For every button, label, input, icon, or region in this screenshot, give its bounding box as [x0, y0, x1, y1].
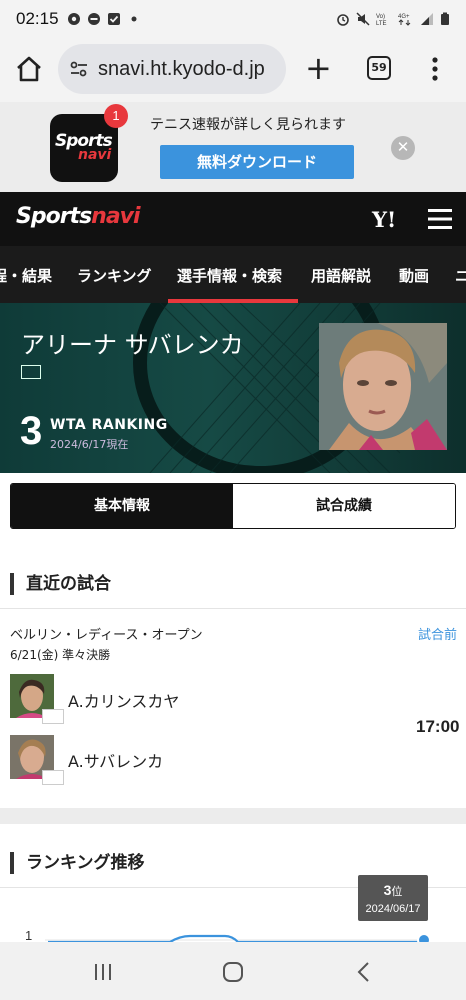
section-divider — [0, 608, 466, 609]
back-icon[interactable] — [352, 960, 376, 984]
profile-tabs: 基本情報 試合成績 — [10, 483, 456, 529]
hamburger-menu-icon[interactable] — [428, 209, 452, 229]
country-flag — [21, 365, 41, 379]
recent-matches-heading: 直近の試合 — [10, 573, 111, 595]
tab-player-search[interactable]: 選手情報・検索 — [177, 265, 282, 286]
tab-ranking[interactable]: ランキング — [77, 265, 152, 286]
tooltip-rank-unit: 位 — [391, 886, 403, 898]
block-icon — [87, 13, 100, 25]
battery-icon — [441, 12, 449, 25]
match-round: 6/21(金) 準々決勝 — [10, 648, 111, 662]
4g-icon: 4G+ — [398, 14, 411, 26]
svg-text:LTE: LTE — [376, 21, 387, 26]
site-header: Sportsnavi Y! — [0, 192, 466, 246]
browser-toolbar: snavi.ht.kyodo-d.jp + 59 — [0, 38, 466, 102]
home-icon[interactable] — [14, 54, 44, 84]
tab-switcher-button[interactable]: 59 — [367, 56, 391, 80]
logo-sports: Sports — [16, 204, 92, 229]
player1-flag — [42, 709, 64, 724]
mute-icon — [356, 12, 370, 26]
tab-basic-info[interactable]: 基本情報 — [11, 484, 233, 528]
tab-news[interactable]: ニ — [455, 265, 466, 286]
svg-text:Vo): Vo) — [376, 14, 385, 20]
recents-icon[interactable] — [91, 960, 115, 984]
player2-name[interactable]: A.サバレンカ — [68, 748, 163, 772]
app-icon-text-navi: navi — [78, 147, 112, 163]
site-settings-icon[interactable] — [68, 58, 90, 80]
yahoo-logo[interactable]: Y! — [372, 207, 396, 232]
tab-schedule-results[interactable]: 程・結果 — [0, 265, 52, 286]
sportsnavi-logo[interactable]: Sportsnavi — [16, 204, 141, 229]
player-hero: アリーナ サバレンカ 3 WTA RANKING 2024/6/17現在 — [0, 303, 466, 473]
clock: 02:15 — [16, 9, 59, 28]
status-icons: Vo) LTE 4G+ — [336, 12, 450, 26]
y-axis-tick: 1 — [25, 928, 33, 943]
section-nav: 程・結果 ランキング 選手情報・検索 用語解説 動画 ニ — [0, 246, 466, 303]
close-banner-button[interactable]: ✕ — [391, 136, 415, 160]
tooltip-date: 2024/06/17 — [365, 903, 421, 915]
home-nav-icon[interactable] — [221, 960, 245, 984]
new-tab-button[interactable]: + — [305, 52, 332, 84]
tournament-name[interactable]: ベルリン・レディース・オープン — [10, 624, 203, 643]
ranking-trend-heading: ランキング推移 — [10, 852, 145, 874]
player1-name[interactable]: A.カリンスカヤ — [68, 688, 179, 712]
soccer-icon — [67, 13, 80, 25]
tab-glossary[interactable]: 用語解説 — [311, 265, 371, 286]
tooltip-rank: 3位 — [358, 882, 428, 899]
player2-flag — [42, 770, 64, 785]
svg-text:4G+: 4G+ — [398, 14, 410, 20]
ranking-label: WTA RANKING — [50, 417, 168, 433]
ranking-date: 2024/6/17現在 — [50, 438, 129, 451]
status-bar: 02:15 Vo) LTE 4G+ — [0, 0, 466, 38]
player-portrait — [319, 323, 447, 450]
url-text: snavi.ht.kyodo-d.jp — [98, 57, 265, 80]
checkbox-icon — [107, 13, 120, 25]
ranking-number: 3 — [20, 409, 43, 453]
dot-icon — [131, 16, 137, 22]
address-bar[interactable]: snavi.ht.kyodo-d.jp — [58, 44, 286, 94]
match-time: 17:00 — [416, 717, 460, 736]
tab-match-results[interactable]: 試合成績 — [233, 484, 455, 528]
signal-icon — [421, 13, 433, 25]
system-nav-bar — [0, 942, 466, 1000]
section-separator — [0, 808, 466, 824]
chart-tooltip: 3位 2024/06/17 — [358, 875, 428, 921]
banner-message: テニス速報が詳しく見られます — [150, 117, 346, 133]
player-name: アリーナ サバレンカ — [21, 331, 244, 359]
notification-badge: 1 — [104, 104, 128, 128]
more-menu-icon[interactable] — [428, 54, 442, 84]
match-status: 試合前 — [418, 628, 458, 643]
download-button[interactable]: 無料ダウンロード — [160, 145, 354, 179]
player-photo — [319, 323, 447, 450]
tab-video[interactable]: 動画 — [399, 265, 429, 286]
logo-navi: navi — [91, 204, 140, 229]
volte-icon: Vo)LTE — [376, 14, 387, 26]
alarm-icon — [337, 14, 349, 26]
